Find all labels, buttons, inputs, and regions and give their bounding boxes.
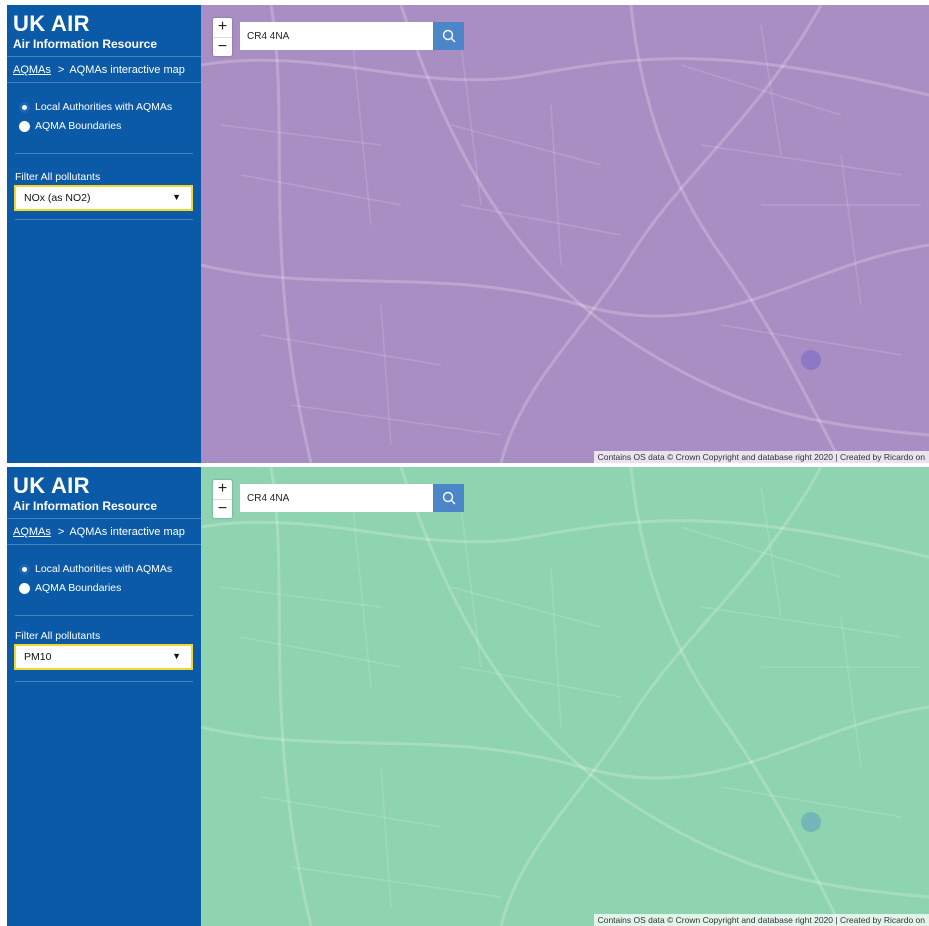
aqma-map-view-nox: UK AIR Air Information Resource AQMAs > AQ…: [7, 5, 929, 463]
road-line: [269, 467, 313, 926]
radio-unchecked-icon[interactable]: [19, 582, 30, 594]
radio-label: Local Authorities with AQMAs: [35, 101, 173, 113]
radio-aqma-boundaries[interactable]: AQMA Boundaries: [19, 120, 121, 132]
pollutant-select[interactable]: NOx (as NO2) ▼: [14, 185, 193, 211]
radio-label: AQMA Boundaries: [35, 582, 122, 594]
breadcrumb-current: AQMAs interactive map: [69, 526, 185, 538]
road-line: [201, 519, 929, 559]
radio-unchecked-icon[interactable]: [19, 120, 30, 132]
radio-local-authorities[interactable]: Local Authorities with AQMAs: [19, 563, 172, 575]
radio-label: Local Authorities with AQMAs: [35, 563, 173, 575]
breadcrumb: AQMAs > AQMAs interactive map: [13, 64, 185, 76]
street-line: [220, 64, 921, 436]
radio-checked-icon[interactable]: [19, 563, 30, 575]
zoom-control: + −: [213, 480, 232, 518]
breadcrumb-separator: >: [57, 526, 65, 538]
street-layer: [201, 5, 929, 463]
search-icon: [442, 29, 455, 43]
brand-title[interactable]: UK AIR: [13, 11, 90, 37]
pollutant-select-value: NOx (as NO2): [24, 192, 91, 204]
road-line: [201, 57, 929, 97]
postcode-search-input[interactable]: CR4 4NA: [240, 484, 433, 512]
road-line: [629, 5, 843, 463]
zoom-out-button[interactable]: −: [213, 499, 232, 519]
zoom-out-button[interactable]: −: [213, 37, 232, 57]
divider: [7, 56, 201, 57]
pond-shape: [801, 350, 821, 370]
zoom-control: + −: [213, 18, 232, 56]
search-button[interactable]: [433, 22, 464, 50]
breadcrumb-separator: >: [57, 64, 65, 76]
search-input-value: CR4 4NA: [247, 30, 290, 42]
filter-label: Filter All pollutants: [15, 171, 101, 183]
street-line: [350, 486, 862, 908]
caret-down-icon: ▼: [172, 651, 181, 661]
divider: [7, 518, 201, 519]
sidebar: UK AIR Air Information Resource AQMAs > AQ…: [7, 5, 201, 463]
divider: [15, 681, 193, 682]
brand-subtitle: Air Information Resource: [13, 499, 158, 513]
radio-aqma-boundaries[interactable]: AQMA Boundaries: [19, 582, 121, 594]
divider: [7, 82, 201, 83]
caret-down-icon: ▼: [172, 192, 181, 202]
breadcrumb-link-aqmas[interactable]: AQMAs: [13, 64, 51, 76]
divider: [15, 219, 193, 220]
search-input-value: CR4 4NA: [247, 492, 290, 504]
street-line: [350, 24, 862, 446]
radio-local-authorities[interactable]: Local Authorities with AQMAs: [19, 101, 172, 113]
pollutant-select-value: PM10: [24, 651, 52, 663]
map-canvas[interactable]: + − CR4 4NA Contains OS data © Crown Cop…: [201, 467, 929, 926]
road-line: [269, 5, 313, 463]
map-canvas[interactable]: + − CR4 4NA Contains OS data © Crown Cop…: [201, 5, 929, 463]
breadcrumb-link-aqmas[interactable]: AQMAs: [13, 526, 51, 538]
radio-checked-icon[interactable]: [19, 101, 30, 113]
breadcrumb-current: AQMAs interactive map: [69, 64, 185, 76]
road-line: [201, 705, 929, 780]
postcode-search-input[interactable]: CR4 4NA: [240, 22, 433, 50]
brand-title[interactable]: UK AIR: [13, 473, 90, 499]
road-line: [499, 5, 823, 463]
street-line: [220, 526, 921, 898]
zoom-in-button[interactable]: +: [213, 18, 232, 37]
pollutant-select[interactable]: PM10 ▼: [14, 644, 193, 670]
search-icon: [442, 491, 455, 505]
road-line: [499, 467, 823, 926]
divider: [7, 544, 201, 545]
search-button[interactable]: [433, 484, 464, 512]
pond-shape: [801, 812, 821, 832]
aqma-map-view-pm10: UK AIR Air Information Resource AQMAs > AQ…: [7, 467, 929, 926]
radio-label: AQMA Boundaries: [35, 120, 122, 132]
breadcrumb: AQMAs > AQMAs interactive map: [13, 526, 185, 538]
brand-subtitle: Air Information Resource: [13, 37, 158, 51]
divider: [15, 615, 193, 616]
map-attribution[interactable]: Contains OS data © Crown Copyright and d…: [593, 914, 929, 926]
divider: [15, 153, 193, 154]
road-line: [201, 243, 929, 318]
map-attribution[interactable]: Contains OS data © Crown Copyright and d…: [593, 451, 929, 463]
street-layer: [201, 467, 929, 926]
sidebar: UK AIR Air Information Resource AQMAs > AQ…: [7, 467, 201, 926]
filter-label: Filter All pollutants: [15, 630, 101, 642]
zoom-in-button[interactable]: +: [213, 480, 232, 499]
